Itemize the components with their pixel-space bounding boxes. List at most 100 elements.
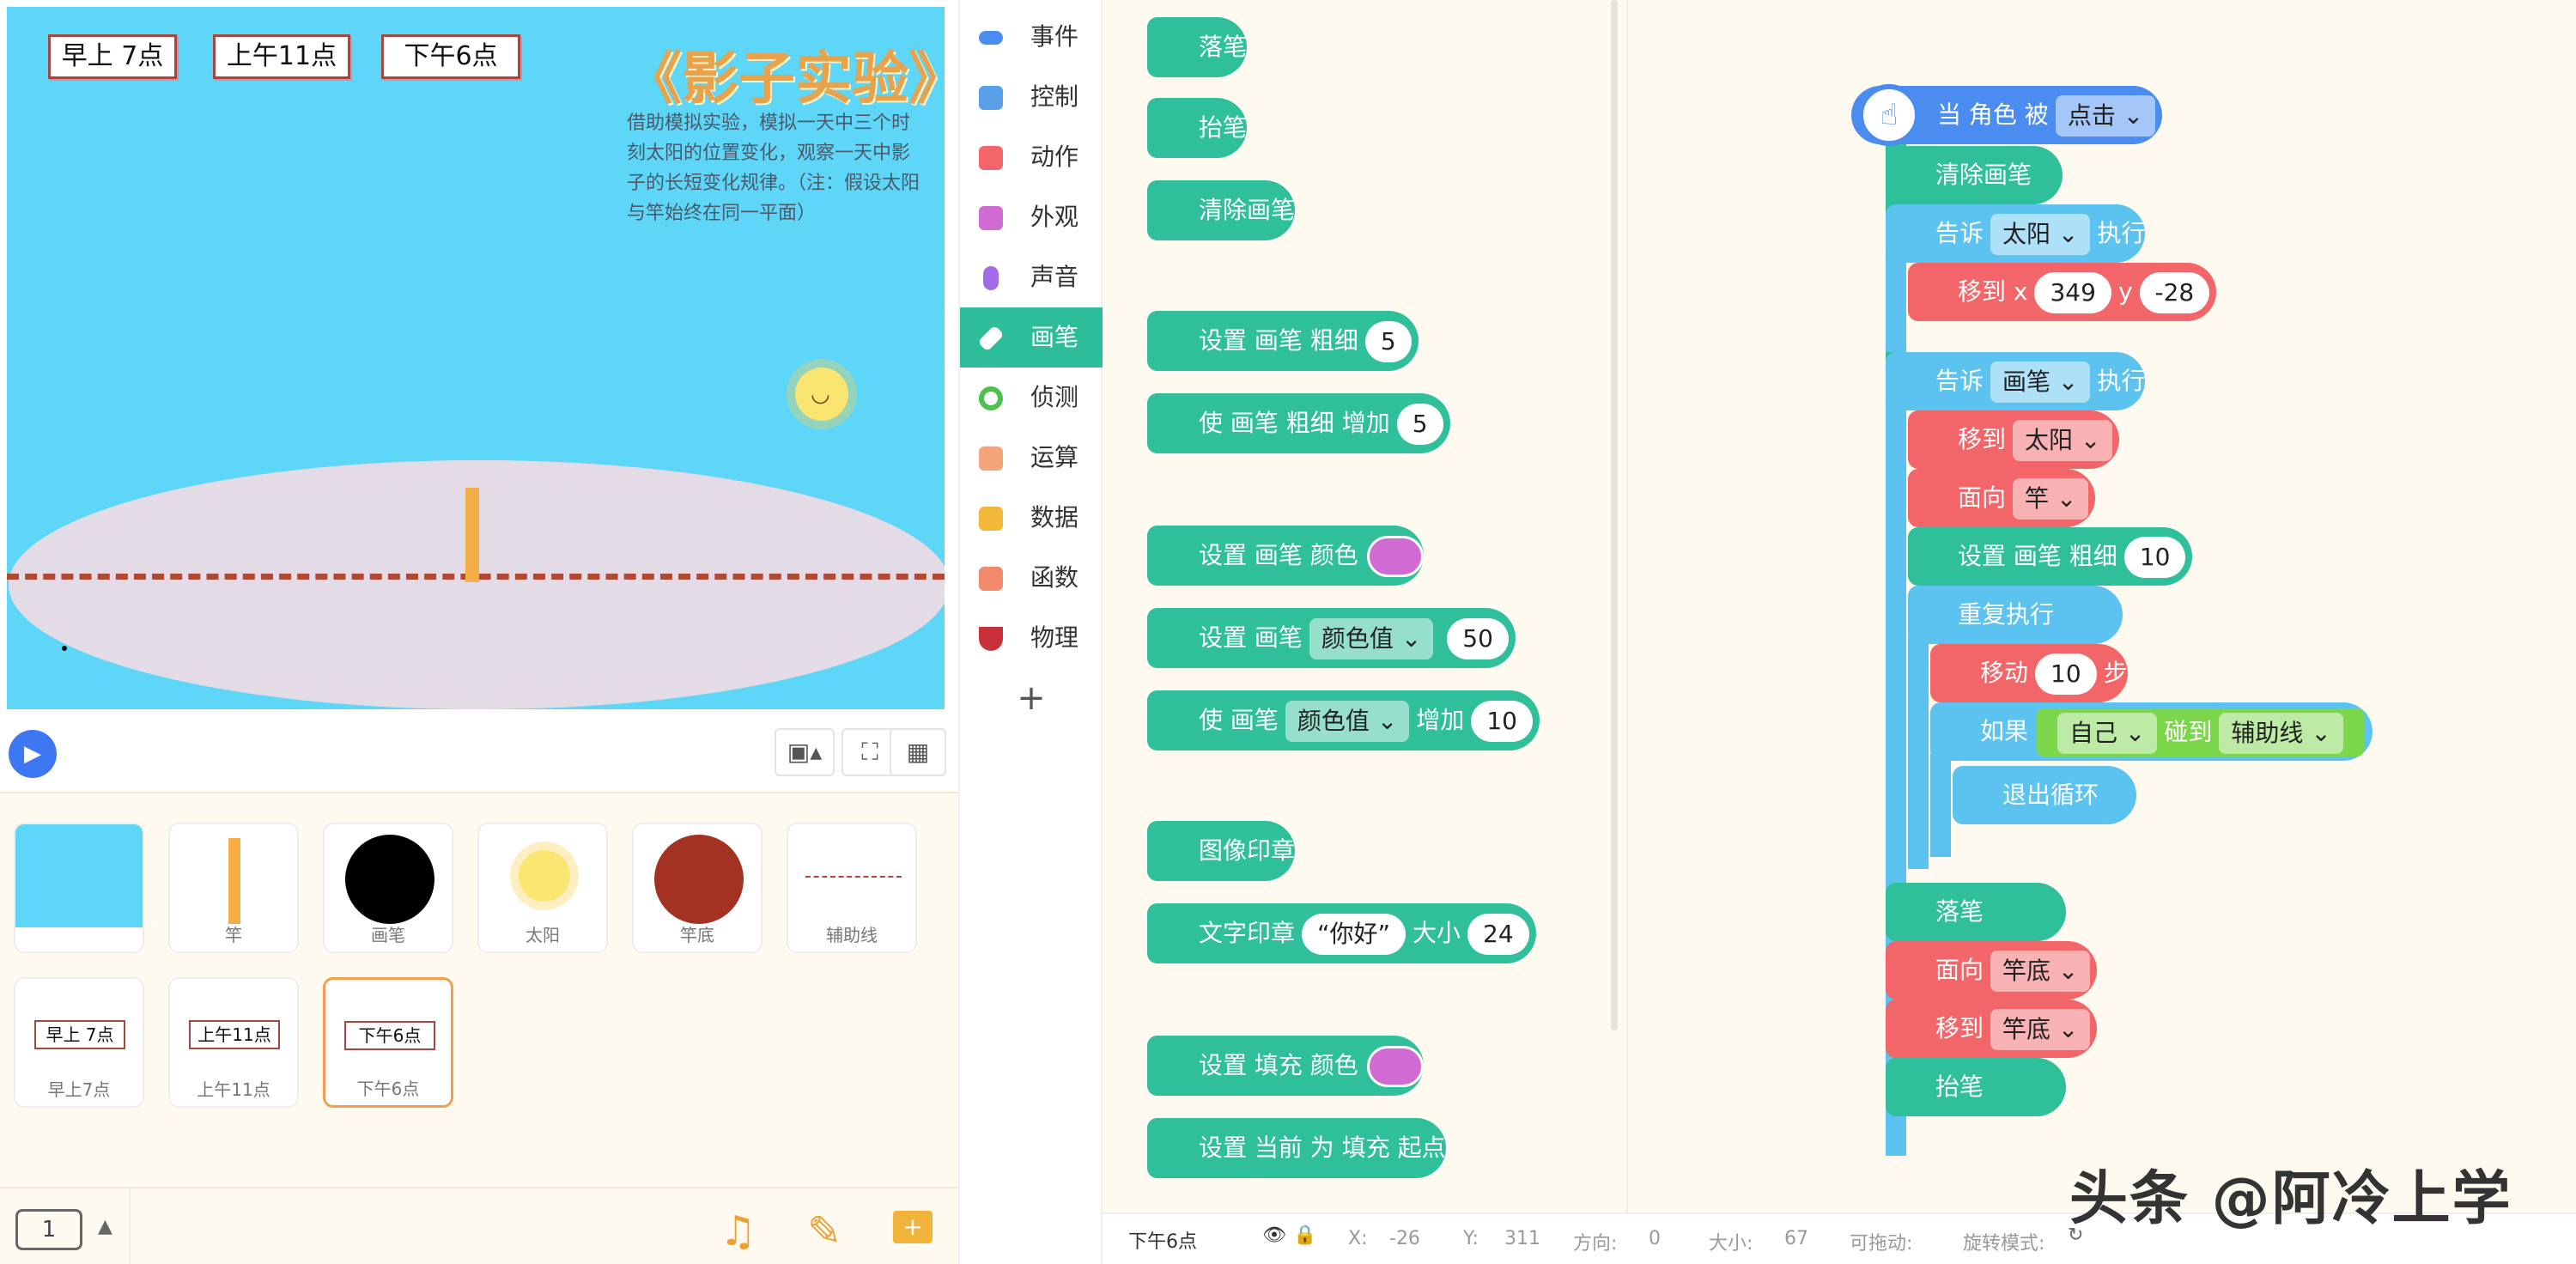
forenoon-11-button[interactable]: 上午11点 — [213, 34, 350, 79]
block-tell-sun[interactable]: 告诉 太阳 ⌄ 执行 — [1886, 204, 2146, 263]
sprite-sun[interactable]: 太阳 — [477, 823, 608, 953]
block-pen-up[interactable]: 抬笔 — [1147, 98, 1248, 158]
block-goto-base[interactable]: 移到 竿底 ⌄ — [1886, 1000, 2098, 1058]
target-dropdown[interactable]: 太阳 ⌄ — [1990, 214, 2091, 255]
category-data[interactable]: 数据 — [960, 488, 1103, 548]
block-tell-pen[interactable]: 告诉 画笔 ⌄ 执行 — [1886, 352, 2146, 410]
size-input[interactable]: 10 — [2123, 537, 2186, 578]
x-field[interactable]: -26 — [1389, 1228, 1420, 1249]
block-goto-xy[interactable]: 移到 x 349 y -28 — [1908, 263, 2217, 321]
x-input[interactable]: 349 — [2034, 272, 2111, 313]
touching-condition[interactable]: 自己 ⌄ 碰到 辅助线 ⌄ — [2037, 708, 2364, 757]
block-set-size[interactable]: 设置 画笔 粗细 5 — [1147, 311, 1419, 371]
add-extension-button[interactable]: + — [960, 668, 1103, 728]
block-set-param[interactable]: 设置 画笔 颜色值 ⌄ 50 — [1147, 608, 1516, 668]
category-control[interactable]: 控制 — [960, 67, 1103, 127]
block-pen-down[interactable]: 落笔 — [1886, 883, 2066, 941]
sprite-background[interactable]: 背景 — [14, 823, 144, 953]
block-set-color[interactable]: 设置 画笔 颜色 — [1147, 526, 1424, 586]
size-field[interactable]: 67 — [1784, 1228, 1808, 1249]
block-clear[interactable]: 清除画笔 — [1886, 146, 2063, 204]
page-selector[interactable]: 1 — [15, 1209, 82, 1250]
sprite-name-field[interactable]: 下午6点 — [1128, 1226, 1197, 1254]
block-if[interactable]: 如果 自己 ⌄ 碰到 辅助线 ⌄ — [1930, 702, 2372, 761]
block-fill-start[interactable]: 设置 当前 为 填充 起点 — [1147, 1118, 1446, 1178]
param-input[interactable]: 50 — [1447, 618, 1509, 659]
sprite-evening-6[interactable]: 下午6点 下午6点 — [323, 977, 453, 1108]
palette-scrollbar[interactable] — [1611, 0, 1618, 1030]
y-label: Y: — [1463, 1228, 1479, 1249]
sprite-forenoon-11[interactable]: 上午11点 上午11点 — [168, 977, 299, 1108]
size-input[interactable]: 5 — [1364, 321, 1412, 362]
steps-input[interactable]: 10 — [2035, 653, 2097, 695]
block-change-param[interactable]: 使 画笔 颜色值 ⌄ 增加 10 — [1147, 690, 1540, 750]
block-set-fill[interactable]: 设置 填充 颜色 — [1147, 1036, 1424, 1096]
param-dropdown[interactable]: 颜色值 ⌄ — [1309, 618, 1434, 659]
target-dropdown[interactable]: 竿底 ⌄ — [1990, 1009, 2091, 1050]
target-dropdown[interactable]: 太阳 ⌄ — [2013, 420, 2113, 461]
block-clear[interactable]: 清除画笔 — [1147, 180, 1296, 240]
category-functions[interactable]: 函数 — [960, 548, 1103, 608]
script-area[interactable]: ☝ 当 角色 被点击 ⌄ 清除画笔 告诉 太阳 ⌄ 执行 移到 x 349 y -28 告诉… — [1628, 0, 2576, 1212]
block-text-stamp[interactable]: 文字印章 “你好” 大小 24 — [1147, 903, 1536, 963]
block-repeat[interactable]: 重复执行 — [1908, 586, 2123, 644]
text-input[interactable]: “你好” — [1302, 914, 1406, 955]
category-motion[interactable]: 动作 — [960, 127, 1103, 187]
block-palette: 落笔 抬笔 清除画笔 设置 画笔 粗细 5 使 画笔 粗细 增加 5 设置 画笔 颜… — [1103, 0, 1628, 1212]
block-face-base[interactable]: 面向 竿底 ⌄ — [1886, 941, 2098, 1000]
category-sound[interactable]: 声音 — [960, 247, 1103, 307]
sprite-morning-7[interactable]: 早上 7点 早上7点 — [14, 977, 144, 1108]
block-goto-sun[interactable]: 移到 太阳 ⌄ — [1908, 410, 2120, 469]
paint-brush-icon[interactable]: ✎ — [807, 1207, 841, 1255]
block-pen-down[interactable]: 落笔 — [1147, 17, 1248, 77]
upload-folder-icon[interactable]: + — [893, 1211, 933, 1243]
param-input[interactable]: 10 — [1471, 701, 1533, 742]
block-face-pole[interactable]: 面向竿 ⌄ — [1908, 469, 2096, 527]
size-input[interactable]: 5 — [1396, 404, 1443, 445]
pen-sprite[interactable] — [62, 646, 67, 651]
category-sensing[interactable]: 侦测 — [960, 368, 1103, 428]
block-move[interactable]: 移动 10 步 — [1930, 644, 2128, 702]
y-input[interactable]: -28 — [2139, 272, 2210, 313]
music-icon[interactable]: ♫ — [720, 1207, 756, 1255]
evening-6-button[interactable]: 下午6点 — [381, 34, 520, 79]
morning-7-button[interactable]: 早上 7点 — [48, 34, 177, 79]
event-dropdown[interactable]: 点击 ⌄ — [2055, 95, 2156, 137]
stage-canvas[interactable]: 早上 7点 上午11点 下午6点 《影子实验》 借助模拟实验，模拟一天中三个时刻… — [7, 7, 945, 709]
param-dropdown[interactable]: 颜色值 ⌄ — [1285, 701, 1410, 742]
category-physics[interactable]: 物理 — [960, 608, 1103, 668]
lock-icon[interactable]: 🔒 — [1293, 1224, 1316, 1246]
block-pen-up[interactable]: 抬笔 — [1886, 1058, 2066, 1116]
chevron-up-icon[interactable]: ▲ — [98, 1216, 112, 1237]
eye-icon[interactable]: 👁 — [1262, 1224, 1286, 1246]
sun-sprite[interactable]: ◡ — [795, 368, 848, 421]
color-swatch[interactable] — [1366, 536, 1424, 577]
category-operators[interactable]: 运算 — [960, 428, 1103, 488]
target-dropdown[interactable]: 竿 ⌄ — [2013, 478, 2089, 520]
category-looks[interactable]: 外观 — [960, 187, 1103, 247]
grid-icon[interactable]: ▦ — [890, 728, 946, 776]
block-stamp[interactable]: 图像印章 — [1147, 821, 1296, 881]
play-button[interactable]: ▶ — [9, 730, 57, 778]
pole-sprite[interactable] — [465, 488, 479, 582]
target-dropdown[interactable]: 竿底 ⌄ — [1990, 951, 2091, 992]
block-when-clicked[interactable]: ☝ 当 角色 被点击 ⌄ — [1851, 84, 2163, 146]
y-field[interactable]: 311 — [1504, 1228, 1540, 1249]
sprite-pole-base[interactable]: 竿底 — [632, 823, 762, 953]
category-events[interactable]: 事件 — [960, 7, 1103, 67]
target-dropdown[interactable]: 画笔 ⌄ — [1990, 362, 2091, 403]
object-dropdown[interactable]: 辅助线 ⌄ — [2219, 713, 2343, 754]
block-break[interactable]: 退出循环 — [1953, 766, 2136, 824]
block-change-size[interactable]: 使 画笔 粗细 增加 5 — [1147, 393, 1450, 453]
subject-dropdown[interactable]: 自己 ⌄ — [2057, 713, 2158, 754]
direction-field[interactable]: 0 — [1649, 1228, 1661, 1249]
sprite-pen[interactable]: 画笔 — [323, 823, 453, 953]
sprite-pole[interactable]: 竿 — [168, 823, 299, 953]
color-swatch[interactable] — [1366, 1046, 1424, 1087]
block-set-size[interactable]: 设置 画笔 粗细 10 — [1908, 527, 2193, 586]
sprite-label: 画笔 — [371, 925, 405, 945]
size-input[interactable]: 24 — [1467, 914, 1529, 955]
category-pen[interactable]: 画笔 — [960, 307, 1103, 368]
sprite-guide-line[interactable]: 辅助线 — [787, 823, 917, 953]
stage-size-icon[interactable]: ▣▴ — [775, 728, 835, 776]
